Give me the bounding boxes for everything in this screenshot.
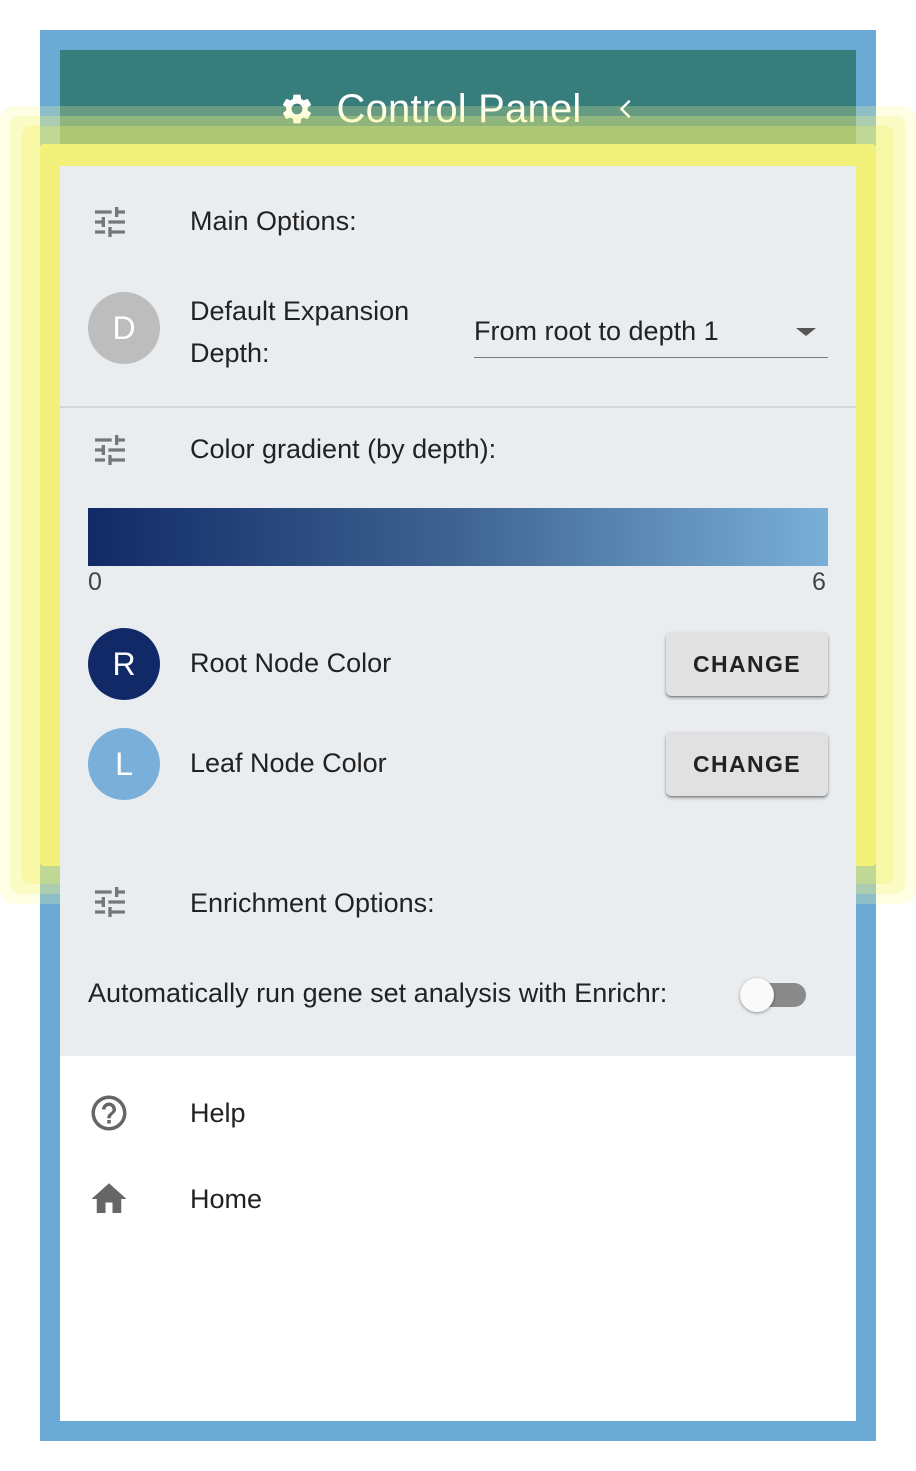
caret-down-icon xyxy=(796,327,816,336)
root-color-avatar: R xyxy=(88,628,160,700)
color-gradient-bar xyxy=(88,508,828,566)
home-icon xyxy=(91,1183,127,1213)
help-icon xyxy=(91,1095,127,1131)
panel-header: Control Panel xyxy=(60,50,856,168)
expansion-depth-label: Default Expansion Depth: xyxy=(190,290,409,374)
divider xyxy=(60,406,856,408)
nav-home-label: Home xyxy=(190,1183,263,1214)
enrichment-heading xyxy=(90,882,130,922)
nav-item-help[interactable]: Help xyxy=(88,1092,788,1134)
avatar: D xyxy=(88,292,160,364)
nav-help-label: Help xyxy=(190,1097,246,1128)
panel-title: Control Panel xyxy=(336,86,582,131)
chevron-left-icon[interactable] xyxy=(615,98,637,120)
expansion-depth-select[interactable]: From root to depth 1 xyxy=(474,306,828,358)
enrichr-toggle[interactable] xyxy=(740,978,806,1012)
expansion-depth-value: From root to depth 1 xyxy=(474,316,719,346)
root-node-color-label: Root Node Color xyxy=(190,648,392,678)
expansion-depth-label-line1: Default Expansion xyxy=(190,296,410,326)
expansion-depth-label-line2: Depth: xyxy=(190,338,270,368)
gradient-min-label: 0 xyxy=(88,568,102,596)
enrichment-options-label: Enrichment Options: xyxy=(190,888,435,918)
options-card: Main Options: D Default Expansion Depth:… xyxy=(60,166,856,842)
change-root-color-button[interactable]: CHANGE xyxy=(666,632,828,696)
main-options-heading xyxy=(90,202,130,242)
color-gradient-heading xyxy=(90,430,130,470)
leaf-node-color-label: Leaf Node Color xyxy=(190,748,387,778)
enrichr-toggle-label: Automatically run gene set analysis with… xyxy=(88,978,668,1008)
main-options-label: Main Options: xyxy=(190,206,357,236)
tune-icon xyxy=(95,435,125,465)
leaf-color-avatar: L xyxy=(88,728,160,800)
enrichment-section: Enrichment Options: Automatically run ge… xyxy=(60,842,856,1056)
color-gradient-label: Color gradient (by depth): xyxy=(190,434,497,464)
nav-list: Help Home xyxy=(60,1056,856,1256)
gear-icon xyxy=(282,94,311,124)
tune-icon xyxy=(95,207,125,237)
change-leaf-color-button[interactable]: CHANGE xyxy=(666,732,828,796)
tune-icon xyxy=(95,887,125,917)
nav-item-home[interactable]: Home xyxy=(88,1178,788,1220)
toggle-knob[interactable] xyxy=(740,978,774,1012)
gradient-max-label: 6 xyxy=(812,568,826,596)
